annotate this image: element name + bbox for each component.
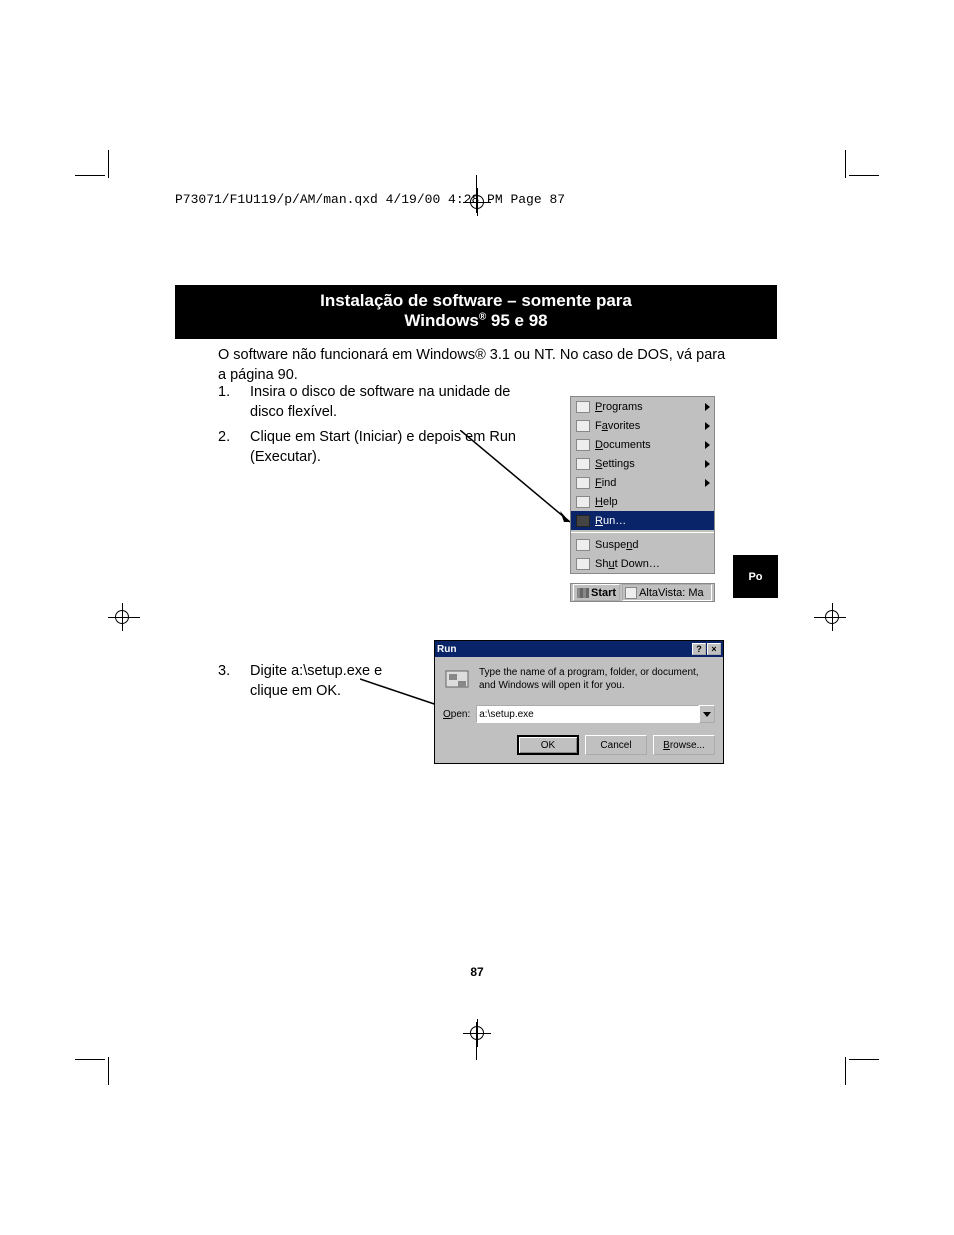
settings-icon <box>575 456 591 472</box>
favorites-icon <box>575 418 591 434</box>
menu-label: Find <box>595 477 616 489</box>
submenu-arrow-icon <box>705 460 710 468</box>
menu-label: Favorites <box>595 420 640 432</box>
open-dropdown-button[interactable] <box>699 705 715 723</box>
ok-button[interactable]: OK <box>517 735 579 755</box>
open-label: Open: <box>443 709 470 720</box>
step-number: 3. <box>218 662 250 701</box>
section-title: Instalação de software – somente para Wi… <box>175 285 777 339</box>
browse-button[interactable]: Browse... <box>653 735 715 755</box>
menu-label: Documents <box>595 439 651 451</box>
start-menu-run[interactable]: Run… <box>571 511 714 530</box>
run-dialog: Run ? × Type the name of a program, fold… <box>434 640 724 764</box>
submenu-arrow-icon <box>705 403 710 411</box>
start-menu-settings[interactable]: Settings <box>571 454 714 473</box>
registration-mark <box>108 603 136 631</box>
start-menu-favorites[interactable]: Favorites <box>571 416 714 435</box>
title-line1: Instalação de software – somente para <box>320 291 632 310</box>
start-button[interactable]: Start <box>573 584 620 601</box>
registration-mark <box>463 1019 491 1047</box>
start-menu: Programs Favorites Documents Settings Fi… <box>570 396 715 574</box>
page-number: 87 <box>0 965 954 979</box>
run-description: Type the name of a program, folder, or d… <box>479 667 715 692</box>
start-menu-shutdown[interactable]: Shut Down… <box>571 554 714 573</box>
start-menu-suspend[interactable]: Suspend <box>571 535 714 554</box>
open-input[interactable] <box>476 705 699 723</box>
help-icon <box>575 494 591 510</box>
close-button[interactable]: × <box>707 643 721 655</box>
menu-label: Suspend <box>595 539 638 551</box>
run-titlebar: Run ? × <box>435 641 723 657</box>
run-app-icon <box>443 667 471 695</box>
cancel-button[interactable]: Cancel <box>585 735 647 755</box>
intro-paragraph: O software não funcionará em Windows® 3.… <box>218 346 728 385</box>
step-number: 2. <box>218 428 250 467</box>
start-label: Start <box>591 587 616 599</box>
title-line2a: Windows <box>404 311 478 330</box>
menu-label: Shut Down… <box>595 558 660 570</box>
taskbar: Start AltaVista: Ma <box>570 583 715 602</box>
print-header: P73071/F1U119/p/AM/man.qxd 4/19/00 4:28 … <box>175 192 565 207</box>
run-title-text: Run <box>437 644 456 655</box>
menu-label: Programs <box>595 401 643 413</box>
help-button[interactable]: ? <box>692 643 706 655</box>
ie-icon <box>625 587 637 599</box>
title-line2b: 95 e 98 <box>486 311 547 330</box>
windows-logo-icon <box>577 588 589 598</box>
task-label: AltaVista: Ma <box>639 587 704 599</box>
submenu-arrow-icon <box>705 479 710 487</box>
run-icon <box>575 513 591 529</box>
menu-separator <box>571 532 714 533</box>
registration-mark <box>818 603 846 631</box>
start-menu-programs[interactable]: Programs <box>571 397 714 416</box>
programs-icon <box>575 399 591 415</box>
submenu-arrow-icon <box>705 441 710 449</box>
menu-label: Settings <box>595 458 635 470</box>
documents-icon <box>575 437 591 453</box>
taskbar-task[interactable]: AltaVista: Ma <box>622 584 712 601</box>
menu-label: Run… <box>595 515 626 527</box>
start-menu-find[interactable]: Find <box>571 473 714 492</box>
start-menu-help[interactable]: Help <box>571 492 714 511</box>
step-1: 1. Insira o disco de software na unidade… <box>218 383 518 422</box>
submenu-arrow-icon <box>705 422 710 430</box>
step-text: Insira o disco de software na unidade de… <box>250 383 518 422</box>
menu-label: Help <box>595 496 618 508</box>
start-menu-documents[interactable]: Documents <box>571 435 714 454</box>
step-number: 1. <box>218 383 250 422</box>
find-icon <box>575 475 591 491</box>
language-tab: Po <box>733 555 778 598</box>
suspend-icon <box>575 537 591 553</box>
shutdown-icon <box>575 556 591 572</box>
